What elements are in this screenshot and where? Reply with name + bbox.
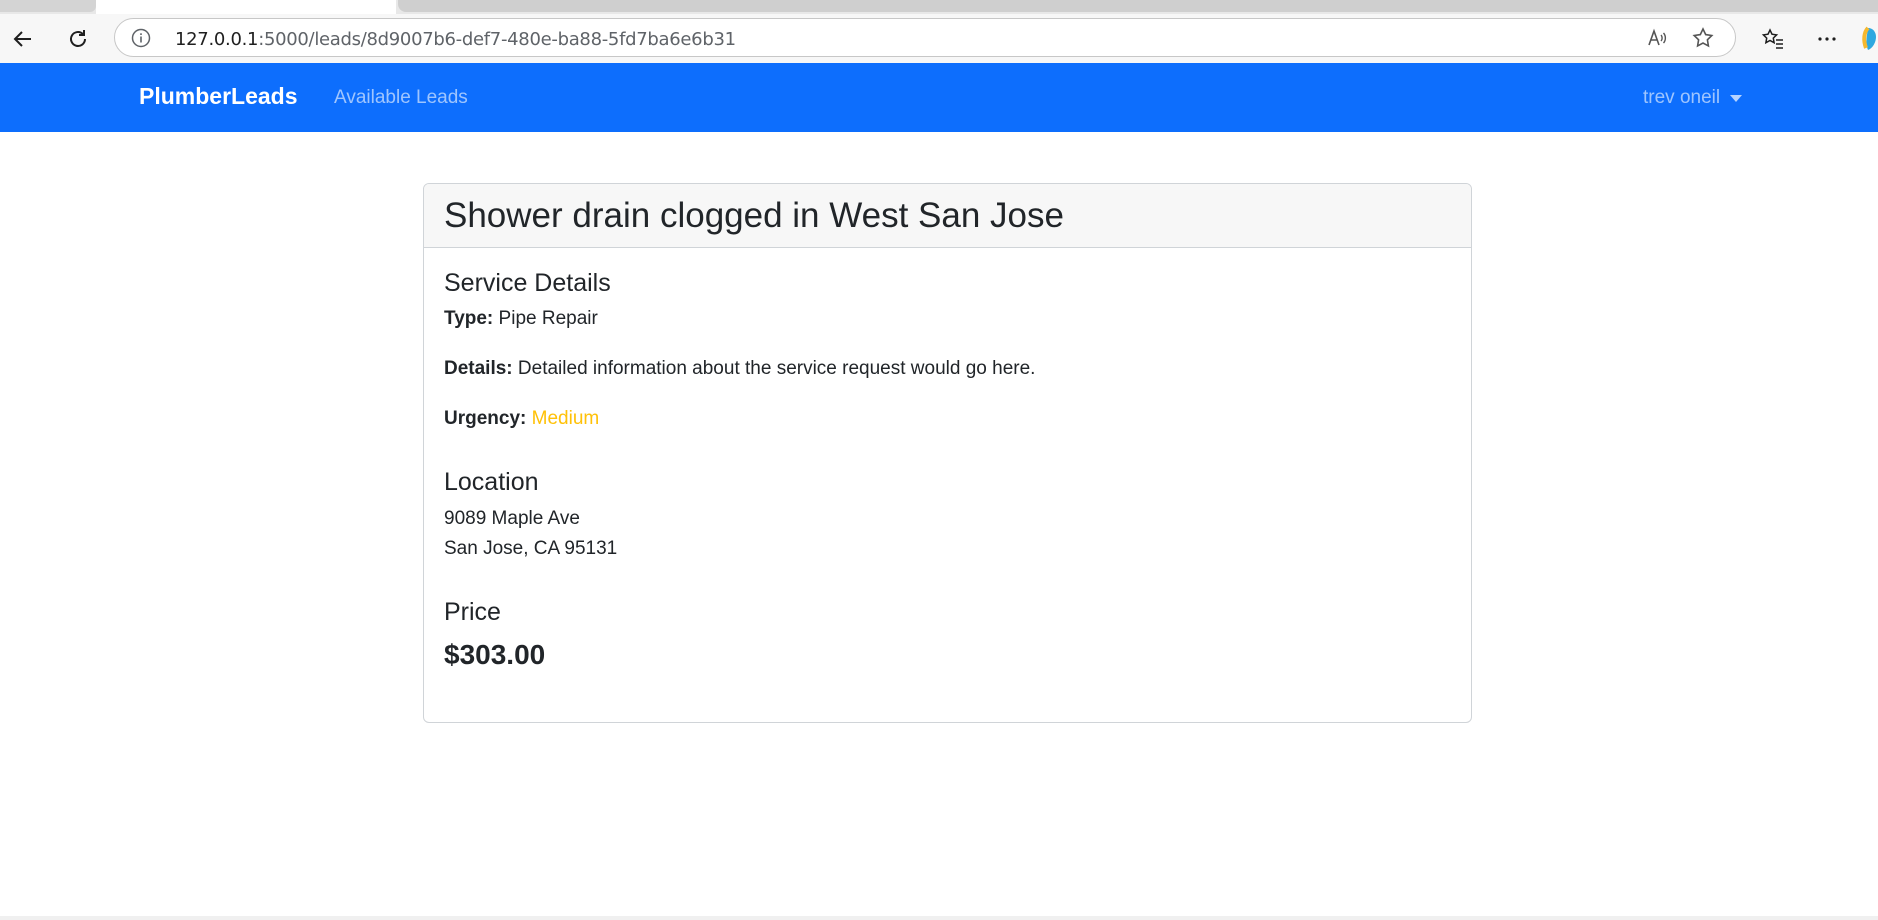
copilot-icon[interactable] — [1858, 22, 1878, 56]
site-info-icon[interactable] — [131, 28, 151, 48]
address-line-2: San Jose, CA 95131 — [444, 538, 618, 559]
urgency-value: Medium — [531, 408, 600, 429]
details-row: Details: Detailed information about the … — [444, 358, 1035, 380]
browser-tab-active[interactable] — [96, 0, 396, 14]
user-name: trev oneil — [1643, 87, 1721, 108]
card-header: Shower drain clogged in West San Jose — [424, 184, 1471, 248]
url-path: :5000/leads/8d9007b6-def7-480e-ba88-5fd7… — [258, 29, 736, 50]
read-aloud-icon[interactable] — [1645, 26, 1669, 50]
reload-icon[interactable] — [61, 22, 95, 56]
dropdown-caret-icon — [1730, 94, 1743, 102]
brand-link[interactable]: PlumberLeads — [139, 83, 298, 110]
nav-available-leads[interactable]: Available Leads — [334, 87, 468, 109]
browser-toolbar: 127.0.0.1:5000/leads/8d9007b6-def7-480e-… — [0, 14, 1878, 63]
price-value: $303.00 — [444, 639, 546, 670]
more-options-icon[interactable] — [1810, 22, 1844, 56]
price-heading: Price — [444, 598, 501, 626]
browser-tabstrip — [0, 0, 1878, 14]
back-icon[interactable] — [6, 22, 40, 56]
service-details-heading: Service Details — [444, 269, 611, 297]
page-bottom-divider — [0, 916, 1878, 920]
urgency-row: Urgency: Medium — [444, 408, 599, 430]
urgency-label: Urgency: — [444, 408, 527, 429]
url-text[interactable]: 127.0.0.1:5000/leads/8d9007b6-def7-480e-… — [175, 29, 736, 50]
type-value: Pipe Repair — [498, 308, 598, 329]
details-label: Details: — [444, 358, 513, 379]
browser-tab-inactive-2[interactable] — [398, 0, 1878, 12]
app-navbar: PlumberLeads Available Leads trev oneil — [0, 63, 1878, 132]
type-row: Type: Pipe Repair — [444, 308, 598, 330]
type-label: Type: — [444, 308, 494, 329]
address-bar[interactable]: 127.0.0.1:5000/leads/8d9007b6-def7-480e-… — [114, 18, 1736, 57]
browser-tab-inactive[interactable] — [0, 0, 96, 12]
details-value: Detailed information about the service r… — [517, 358, 1036, 379]
favorites-icon[interactable] — [1756, 22, 1790, 56]
url-host: 127.0.0.1 — [175, 29, 259, 50]
address-line-1: 9089 Maple Ave — [444, 508, 580, 529]
location-heading: Location — [444, 468, 539, 496]
lead-title: Shower drain clogged in West San Jose — [444, 196, 1064, 235]
user-dropdown[interactable]: trev oneil — [1643, 87, 1743, 109]
lead-card: Shower drain clogged in West San Jose Se… — [423, 183, 1472, 723]
favorite-star-icon[interactable] — [1691, 26, 1715, 50]
